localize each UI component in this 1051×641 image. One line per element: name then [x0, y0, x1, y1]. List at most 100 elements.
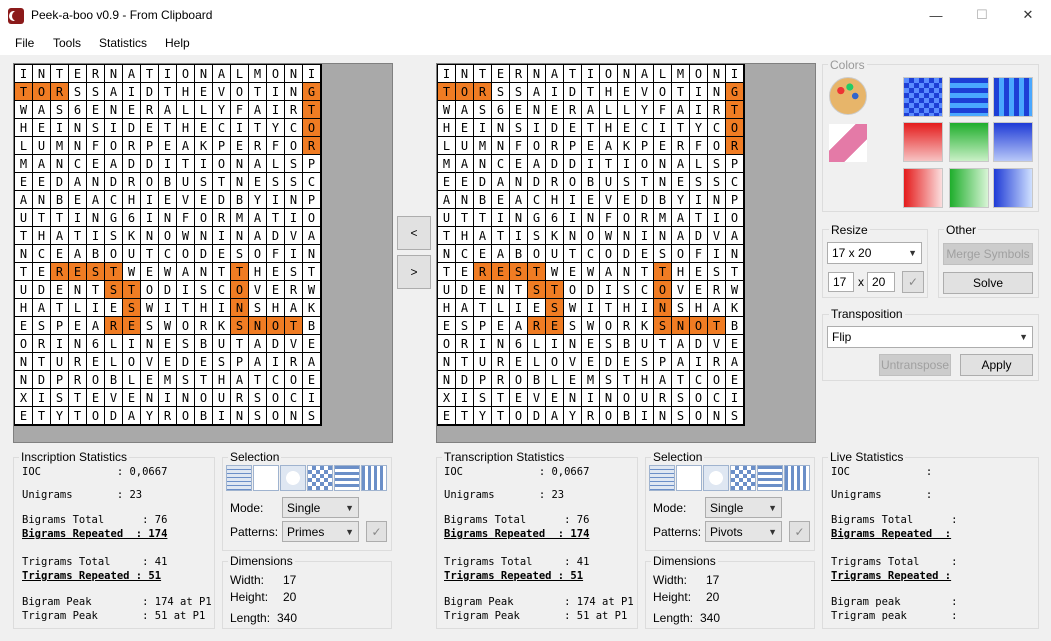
- grid-cell[interactable]: O: [177, 317, 195, 335]
- grid-cell[interactable]: I: [159, 389, 177, 407]
- grid-cell[interactable]: F: [87, 137, 105, 155]
- grid-cell[interactable]: O: [564, 281, 582, 299]
- grid-cell[interactable]: N: [708, 191, 726, 209]
- grid-cell[interactable]: P: [726, 191, 744, 209]
- grid-cell[interactable]: S: [285, 155, 303, 173]
- grid-cell[interactable]: I: [69, 209, 87, 227]
- grid-cell[interactable]: U: [15, 281, 33, 299]
- grid-cell[interactable]: E: [582, 191, 600, 209]
- grid-cell[interactable]: E: [546, 101, 564, 119]
- grid-cell[interactable]: A: [456, 299, 474, 317]
- grid-cell[interactable]: R: [582, 407, 600, 425]
- grid-cell[interactable]: A: [510, 317, 528, 335]
- grid-cell[interactable]: O: [177, 407, 195, 425]
- grid-cell[interactable]: F: [177, 209, 195, 227]
- grid-cell[interactable]: S: [726, 407, 744, 425]
- grid-cell[interactable]: O: [303, 209, 321, 227]
- grid-cell[interactable]: A: [672, 353, 690, 371]
- grid-cell[interactable]: O: [267, 317, 285, 335]
- select-all-icon[interactable]: [649, 465, 675, 491]
- grid-cell[interactable]: E: [51, 245, 69, 263]
- grid-cell[interactable]: I: [105, 119, 123, 137]
- grid-cell[interactable]: N: [564, 227, 582, 245]
- grid-cell[interactable]: N: [456, 65, 474, 83]
- grid-cell[interactable]: T: [15, 263, 33, 281]
- grid-cell[interactable]: Y: [213, 101, 231, 119]
- grid-cell[interactable]: C: [285, 119, 303, 137]
- grid-cell[interactable]: A: [654, 371, 672, 389]
- transposition-dropdown[interactable]: Flip ▼: [827, 326, 1033, 348]
- grid-cell[interactable]: I: [87, 227, 105, 245]
- grid-cell[interactable]: N: [438, 371, 456, 389]
- grid-cell[interactable]: R: [285, 281, 303, 299]
- grid-cell[interactable]: S: [249, 389, 267, 407]
- grid-cell[interactable]: R: [159, 407, 177, 425]
- grid-cell[interactable]: L: [267, 155, 285, 173]
- columns-input[interactable]: 17: [828, 272, 854, 292]
- grid-cell[interactable]: F: [510, 137, 528, 155]
- grid-cell[interactable]: E: [159, 353, 177, 371]
- grid-cell[interactable]: A: [51, 227, 69, 245]
- grid-cell[interactable]: I: [267, 191, 285, 209]
- grid-cell[interactable]: B: [159, 173, 177, 191]
- grid-cell[interactable]: L: [105, 353, 123, 371]
- grid-cell[interactable]: A: [672, 101, 690, 119]
- grid-cell[interactable]: B: [582, 173, 600, 191]
- grid-cell[interactable]: P: [564, 137, 582, 155]
- grid-cell[interactable]: T: [618, 371, 636, 389]
- grid-cell[interactable]: T: [654, 263, 672, 281]
- grid-cell[interactable]: T: [249, 371, 267, 389]
- grid-cell[interactable]: 6: [87, 335, 105, 353]
- grid-cell[interactable]: A: [249, 227, 267, 245]
- grid-cell[interactable]: B: [618, 407, 636, 425]
- grid-cell[interactable]: S: [105, 281, 123, 299]
- grid-cell[interactable]: I: [123, 335, 141, 353]
- grid-cell[interactable]: E: [492, 191, 510, 209]
- grid-cell[interactable]: G: [726, 83, 744, 101]
- grid-cell[interactable]: E: [510, 155, 528, 173]
- grid-cell[interactable]: K: [123, 227, 141, 245]
- grid-cell[interactable]: H: [636, 371, 654, 389]
- grid-cell[interactable]: O: [600, 65, 618, 83]
- grid-cell[interactable]: N: [510, 209, 528, 227]
- grid-cell[interactable]: H: [456, 227, 474, 245]
- grid-cell[interactable]: A: [33, 101, 51, 119]
- grid-cell[interactable]: G: [105, 209, 123, 227]
- grid-cell[interactable]: D: [456, 371, 474, 389]
- grid-cell[interactable]: O: [285, 371, 303, 389]
- grid-cell[interactable]: R: [654, 389, 672, 407]
- grid-cell[interactable]: T: [159, 83, 177, 101]
- grid-cell[interactable]: S: [474, 389, 492, 407]
- grid-cell[interactable]: L: [690, 155, 708, 173]
- grid-cell[interactable]: L: [105, 335, 123, 353]
- grid-cell[interactable]: N: [69, 137, 87, 155]
- grid-cell[interactable]: O: [195, 209, 213, 227]
- grid-cell[interactable]: C: [708, 119, 726, 137]
- grid-cell[interactable]: I: [159, 155, 177, 173]
- grid-cell[interactable]: N: [438, 353, 456, 371]
- grid-cell[interactable]: C: [213, 119, 231, 137]
- grid-cell[interactable]: T: [159, 119, 177, 137]
- grid-cell[interactable]: E: [690, 263, 708, 281]
- grid-cell[interactable]: E: [510, 389, 528, 407]
- grid-cell[interactable]: L: [123, 371, 141, 389]
- grid-cell[interactable]: O: [582, 227, 600, 245]
- grid-cell[interactable]: I: [636, 407, 654, 425]
- grid-cell[interactable]: I: [123, 83, 141, 101]
- grid-cell[interactable]: A: [177, 263, 195, 281]
- grid-cell[interactable]: 6: [123, 209, 141, 227]
- grid-cell[interactable]: B: [618, 335, 636, 353]
- grid-cell[interactable]: S: [33, 317, 51, 335]
- grid-cell[interactable]: O: [564, 173, 582, 191]
- grid-cell[interactable]: T: [15, 83, 33, 101]
- grid-cell[interactable]: R: [510, 65, 528, 83]
- grid-cell[interactable]: D: [564, 83, 582, 101]
- grid-cell[interactable]: E: [510, 353, 528, 371]
- grid-cell[interactable]: T: [51, 209, 69, 227]
- grid-cell[interactable]: B: [726, 317, 744, 335]
- grid-cell[interactable]: O: [546, 353, 564, 371]
- grid-cell[interactable]: T: [87, 281, 105, 299]
- grid-cell[interactable]: I: [690, 101, 708, 119]
- grid-cell[interactable]: I: [213, 299, 231, 317]
- grid-cell[interactable]: C: [636, 281, 654, 299]
